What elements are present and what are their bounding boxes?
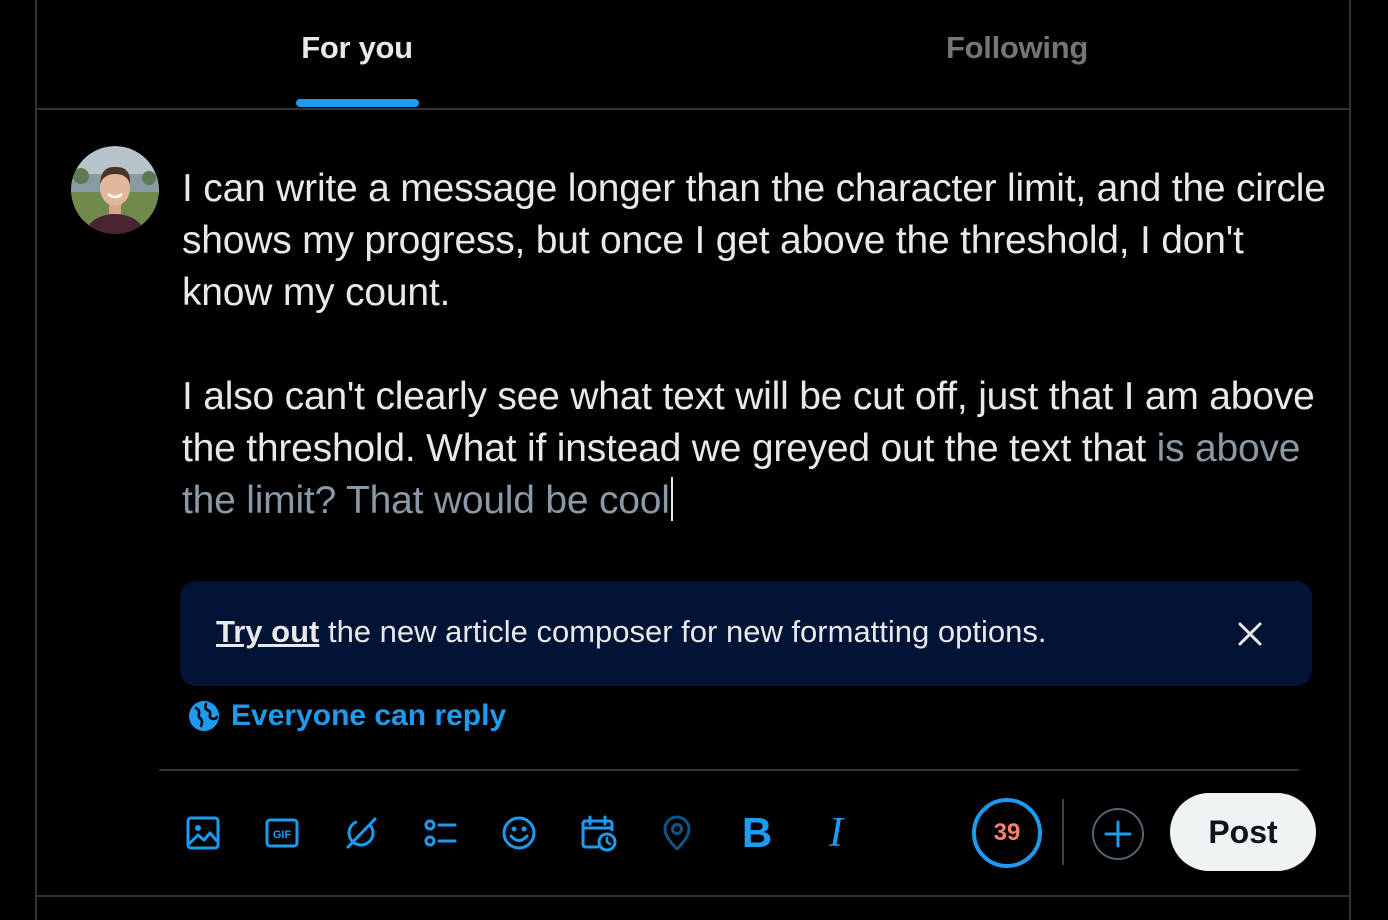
close-icon[interactable] [1235,619,1265,649]
text-within-limit: I also can't clearly see what text will … [182,375,1315,470]
tab-following-label: Following [946,30,1088,65]
italic-icon[interactable]: I [815,810,857,856]
timeline-tabs: For you Following [37,0,1349,110]
toolbar-divider [159,769,1299,771]
banner-text: the new article composer for new formatt… [319,614,1047,649]
schedule-icon[interactable] [577,812,619,854]
character-counter: 39 [971,797,1043,869]
globe-icon [189,701,219,731]
try-out-link[interactable]: Try out [216,614,319,649]
active-tab-indicator [296,99,419,107]
avatar[interactable] [71,146,159,234]
banner-message: Try out the new article composer for new… [216,614,1046,650]
poll-icon[interactable] [419,812,461,854]
composer-bottom-border [37,895,1349,897]
article-composer-banner: Try out the new article composer for new… [180,581,1312,686]
location-icon[interactable] [656,812,698,854]
text-caret [670,477,673,521]
reply-setting-button[interactable]: Everyone can reply [188,696,506,736]
gif-icon[interactable]: GIF [261,812,303,854]
tab-for-you-label: For you [301,30,413,65]
post-composer-textarea[interactable]: I can write a message longer than the ch… [182,163,1332,527]
reply-setting-label: Everyone can reply [231,699,507,732]
add-post-button[interactable] [1091,807,1145,861]
composer-paragraph-2: I also can't clearly see what text will … [182,371,1332,527]
svg-text:GIF: GIF [273,829,292,841]
grok-icon[interactable] [340,812,382,854]
character-count-remaining: 39 [993,819,1021,846]
emoji-icon[interactable] [498,812,540,854]
plus-icon [1092,808,1144,860]
composer-paragraph-1: I can write a message longer than the ch… [182,167,1326,314]
tab-following[interactable]: Following [697,0,1337,108]
image-icon[interactable] [182,812,224,854]
toolbar-separator [1062,799,1064,865]
tab-for-you[interactable]: For you [37,0,677,108]
post-button[interactable]: Post [1170,793,1316,871]
bold-icon[interactable]: B [736,809,778,856]
